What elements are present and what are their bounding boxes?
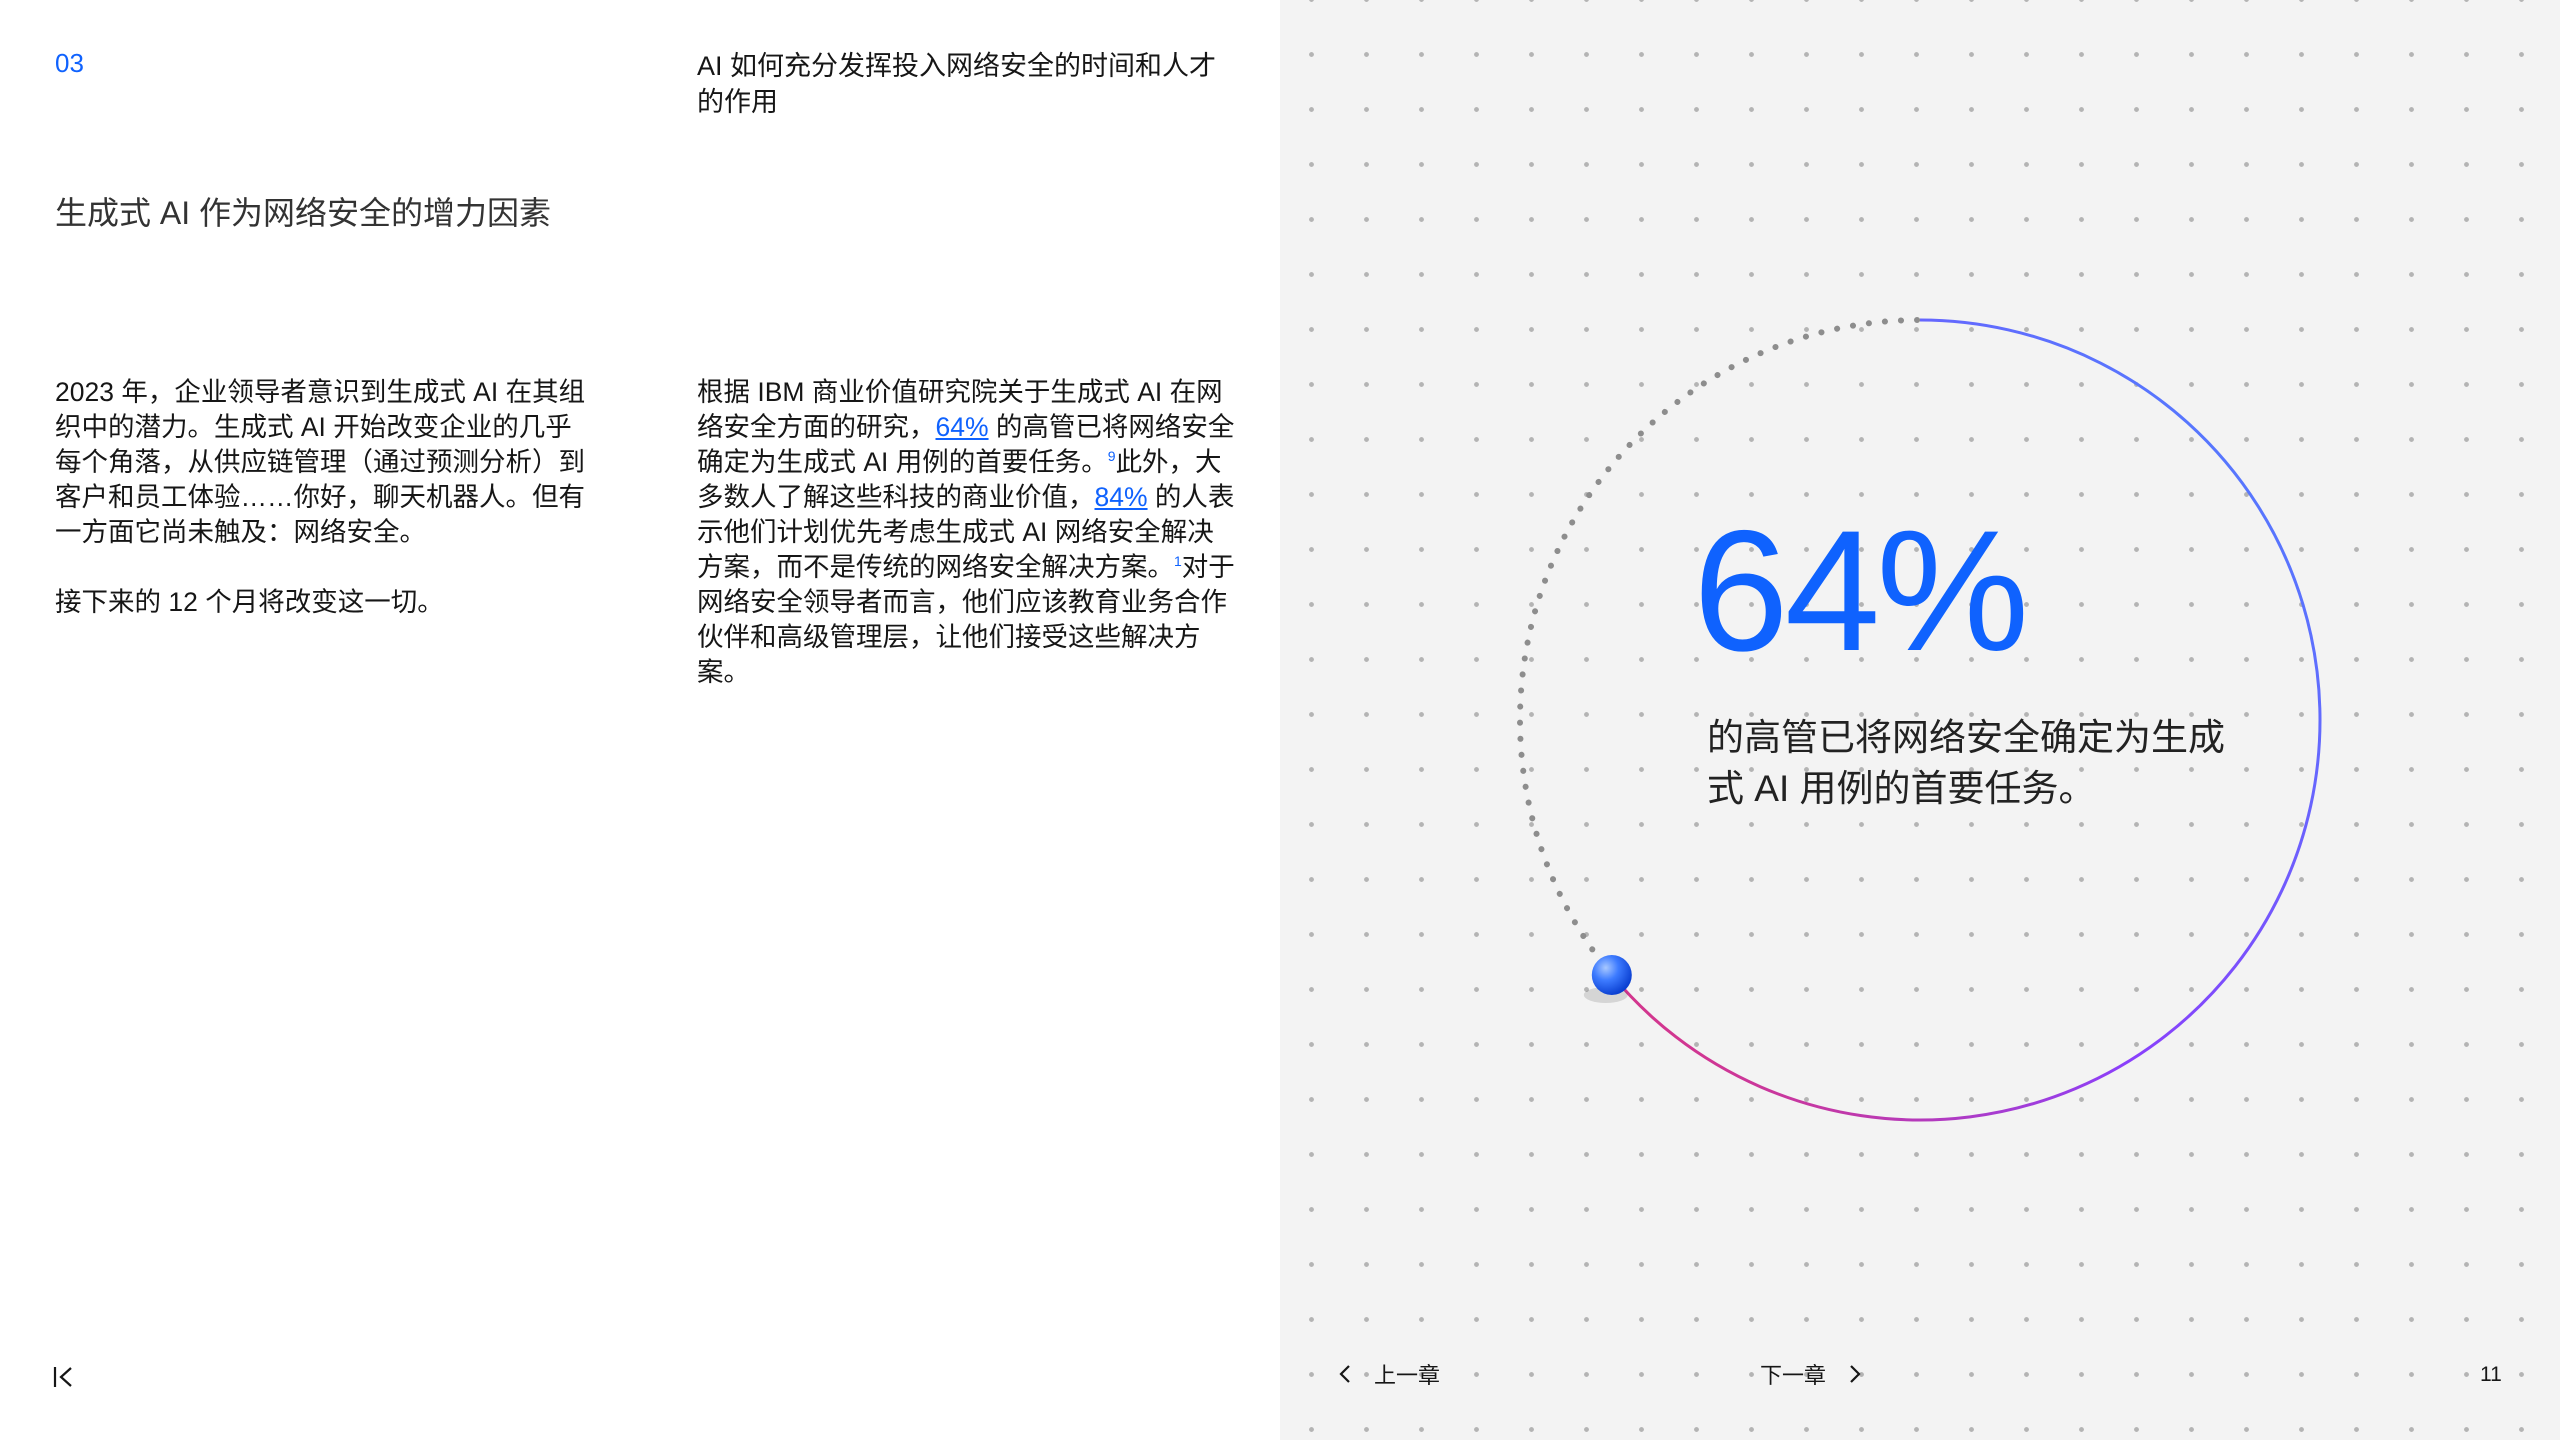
chapter-number: 03: [55, 48, 84, 78]
footnote-marker[interactable]: 9: [1108, 448, 1116, 464]
progress-marker: [1591, 954, 1632, 995]
first-page-icon[interactable]: [52, 1364, 76, 1390]
research-paragraph: 根据 IBM 商业价值研究院关于生成式 AI 在网络安全方面的研究，64% 的高…: [697, 375, 1237, 690]
closing-paragraph: 接下来的 12 个月将改变这一切。: [55, 587, 444, 617]
left-page: 03 AI 如何充分发挥投入网络安全的时间和人才的作用 生成式 AI 作为网络安…: [0, 0, 1280, 1440]
stat-link-84[interactable]: 84%: [1095, 482, 1148, 512]
page-number: 11: [2480, 1363, 2502, 1386]
chapter-title: AI 如何充分发挥投入网络安全的时间和人才的作用: [697, 51, 1217, 117]
next-chapter-label: 下一章: [1760, 1363, 1827, 1388]
stat-value: 64%: [1693, 495, 2029, 687]
next-chapter-button[interactable]: 下一章: [1760, 1358, 1862, 1390]
stat-description: 的高管已将网络安全确定为生成式 AI 用例的首要任务。: [1707, 717, 2225, 809]
chevron-right-icon: [1850, 1365, 1861, 1383]
prev-chapter-button[interactable]: 上一章: [1338, 1358, 1440, 1390]
section-title: 生成式 AI 作为网络安全的增力因素: [55, 195, 552, 231]
prev-chapter-label: 上一章: [1374, 1363, 1441, 1388]
footnote-marker[interactable]: 1: [1174, 553, 1182, 569]
stat-link-64[interactable]: 64%: [936, 412, 989, 442]
intro-paragraph: 2023 年，企业领导者意识到生成式 AI 在其组织中的潜力。生成式 AI 开始…: [55, 377, 586, 547]
chevron-left-icon: [1339, 1365, 1350, 1383]
